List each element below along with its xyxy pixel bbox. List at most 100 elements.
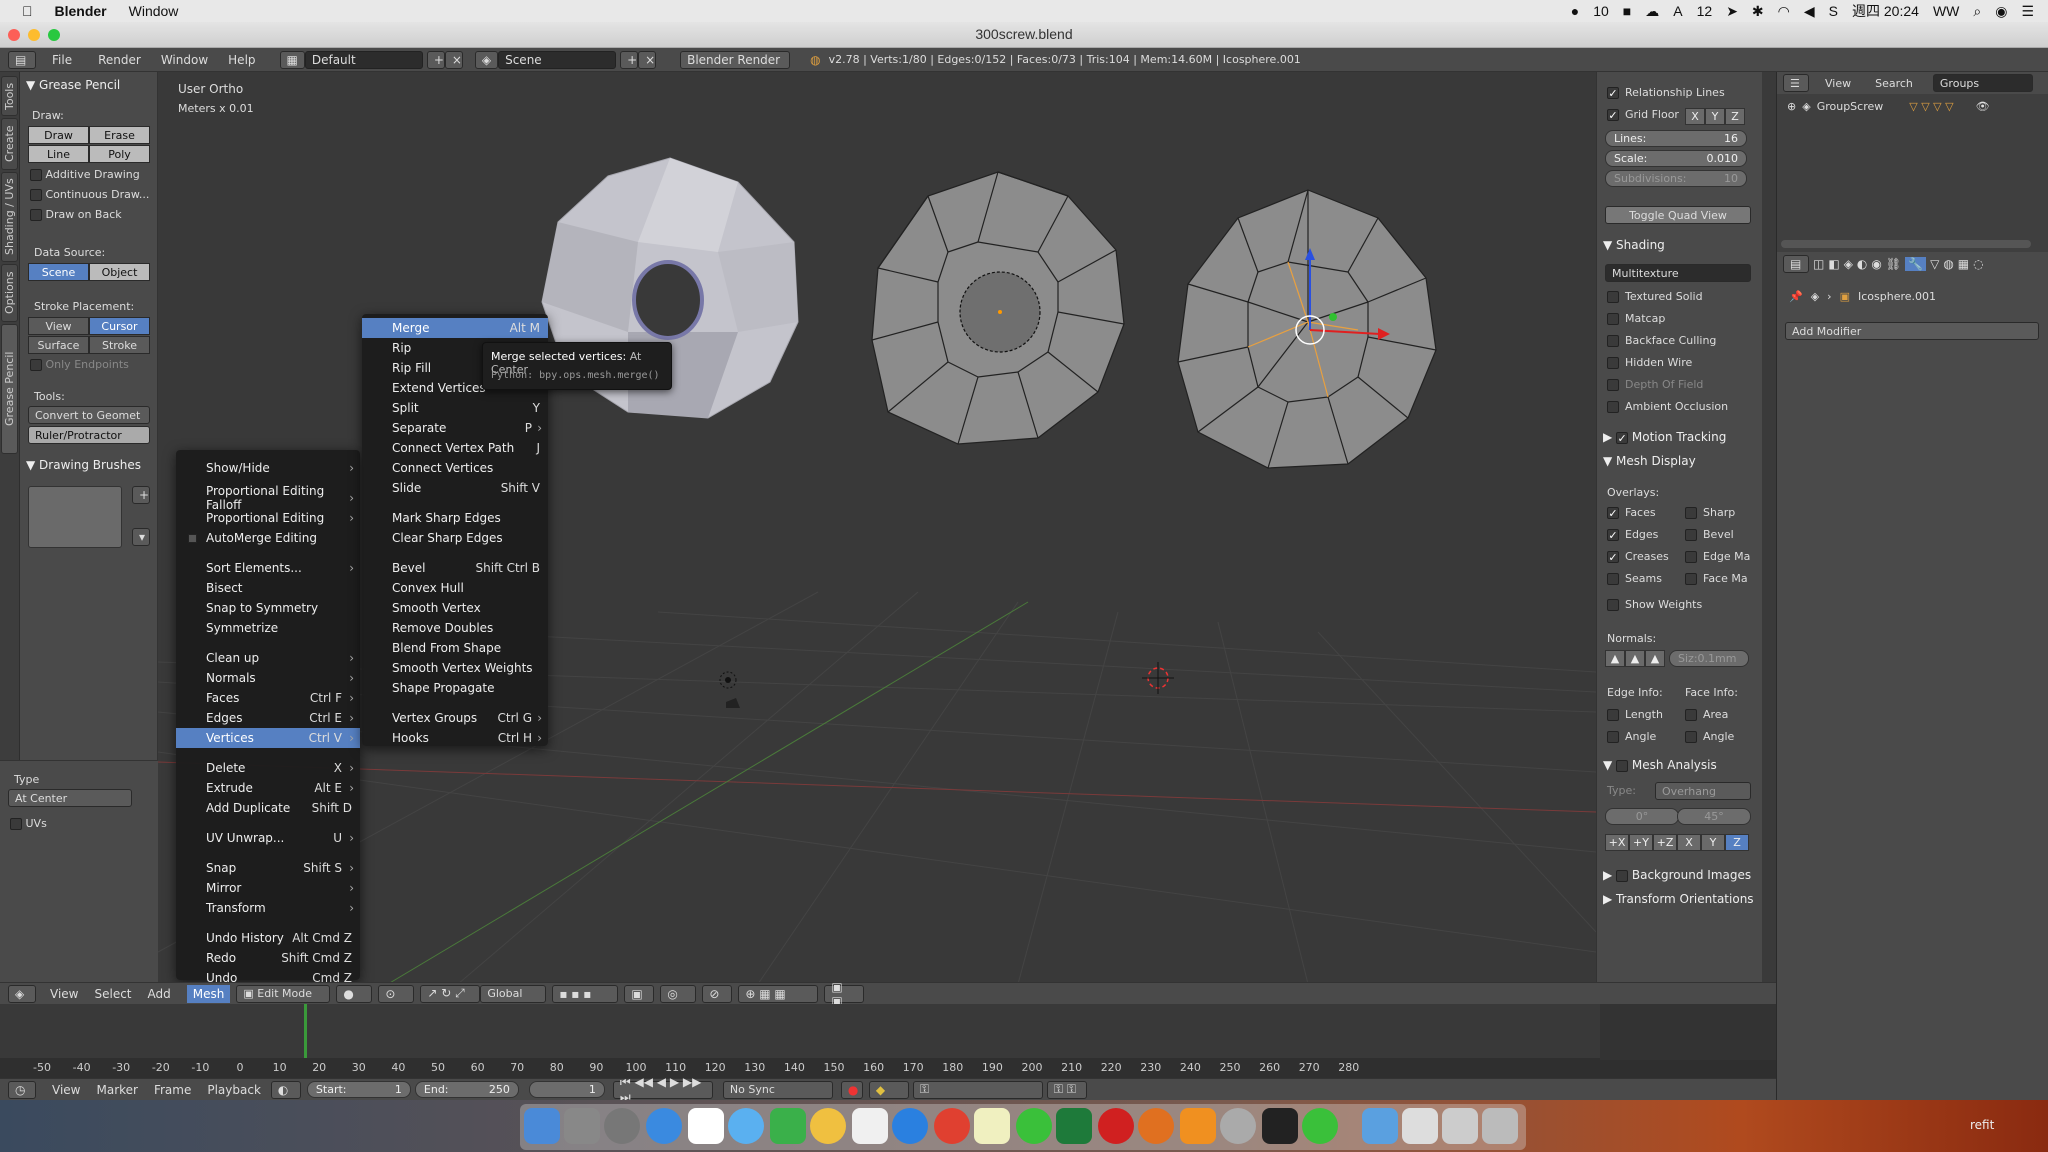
notes-icon[interactable]	[974, 1108, 1010, 1144]
cloud-icon[interactable]: ☁	[1645, 3, 1659, 20]
mesh-menu-item-add-duplicate[interactable]: Add Duplicate Shift D	[176, 798, 360, 818]
start-frame-field[interactable]: Start: 1	[306, 1081, 411, 1098]
layers-tab-icon[interactable]: ◧	[1828, 257, 1839, 271]
placement-view[interactable]: View	[28, 317, 89, 335]
mesh-menu-item-extrude[interactable]: Extrude Alt E ›	[176, 778, 360, 798]
tab-tools[interactable]: Tools	[1, 76, 18, 116]
face-marks-checkbox[interactable]: Face Ma	[1685, 572, 1748, 585]
manipulator-icons[interactable]: ↗ ↻ ⤢	[420, 984, 481, 1003]
show-weights-checkbox[interactable]: Show Weights	[1607, 598, 1702, 611]
folder-icon[interactable]	[1362, 1108, 1398, 1144]
app-menu[interactable]: Blender	[55, 3, 107, 19]
mesh-menu-item-vertices[interactable]: Vertices Ctrl V ›	[176, 728, 360, 748]
placement-surface[interactable]: Surface	[28, 336, 89, 354]
vertices-menu-item-smooth-vertex-weights[interactable]: Smooth Vertex Weights	[362, 658, 548, 678]
overhang-axis-x[interactable]: +X	[1605, 834, 1629, 851]
keying-set-field[interactable]: ⚿	[912, 1080, 1043, 1099]
motion-tracking-header[interactable]: ▶ Motion Tracking	[1603, 430, 1726, 444]
chrome-icon[interactable]	[934, 1108, 970, 1144]
mesh-display-header[interactable]: ▼ Mesh Display	[1603, 454, 1696, 468]
excel-icon[interactable]	[1056, 1108, 1092, 1144]
add-brush-icon[interactable]: +	[132, 486, 150, 504]
mesh-menu-item-uv-unwrap[interactable]: UV Unwrap... U ›	[176, 828, 360, 848]
outliner-scrollbar[interactable]	[1781, 240, 2031, 248]
add-menu[interactable]: Add	[148, 987, 171, 1001]
line-icon[interactable]	[1016, 1108, 1052, 1144]
3d-editor-icon[interactable]: ◈	[8, 984, 36, 1003]
vertices-menu-item-connect-vertices[interactable]: Connect Vertices	[362, 458, 548, 478]
creases-overlay-checkbox[interactable]: Creases	[1607, 550, 1669, 563]
grid-scale-field[interactable]: Scale: 0.010	[1605, 150, 1747, 167]
convert-to-geometry-button[interactable]: Convert to Geomet	[28, 406, 150, 424]
mesh-menu-item-edges[interactable]: Edges Ctrl E ›	[176, 708, 360, 728]
mesh-menu-item-snap-to-symmetry[interactable]: Snap to Symmetry	[176, 598, 360, 618]
uvs-checkbox[interactable]: UVs	[10, 817, 47, 830]
sync-select[interactable]: No Sync	[722, 1080, 833, 1099]
add-scene-icon[interactable]: +	[620, 50, 639, 69]
data-tab-icon[interactable]: ▽	[1930, 257, 1939, 271]
vertices-menu-item-blend-from-shape[interactable]: Blend From Shape	[362, 638, 548, 658]
grid-subdivisions-field[interactable]: Subdivisions: 10	[1605, 170, 1747, 187]
wifi-icon[interactable]: ◠	[1778, 3, 1790, 20]
continuous-draw-checkbox[interactable]: Continuous Draw...	[30, 188, 149, 201]
physics-tab-icon[interactable]: ◌	[1973, 257, 1983, 271]
orientation-select[interactable]: Global	[480, 984, 547, 1003]
outliner-search-menu[interactable]: Search	[1875, 77, 1913, 90]
overhang-axis-y[interactable]: Y	[1701, 834, 1725, 851]
data-source-object[interactable]: Object	[89, 263, 150, 281]
snap-options-icons[interactable]: ⊕ ▦ ▦	[738, 984, 819, 1003]
vertices-menu-item-separate[interactable]: Separate P ›	[362, 418, 548, 438]
clock[interactable]: 週四 20:24	[1852, 1, 1919, 21]
pages-icon[interactable]	[852, 1108, 888, 1144]
facetime-icon[interactable]	[770, 1108, 806, 1144]
mesh-analysis-header[interactable]: ▼ Mesh Analysis	[1603, 758, 1717, 772]
textured-solid-checkbox[interactable]: Textured Solid	[1607, 290, 1703, 303]
netease-music-icon[interactable]	[1098, 1108, 1134, 1144]
world-tab-icon[interactable]: ◐	[1857, 257, 1867, 271]
remove-layout-icon[interactable]: ×	[444, 50, 463, 69]
merge-type-select[interactable]: At Center	[8, 789, 132, 807]
render-preview-icons[interactable]: ▣ ▣	[824, 980, 865, 1008]
hidden-wire-checkbox[interactable]: Hidden Wire	[1607, 356, 1692, 369]
timeline-view-menu[interactable]: View	[52, 1083, 80, 1097]
edge-marks-checkbox[interactable]: Edge Ma	[1685, 550, 1750, 563]
overhang-min-field[interactable]: 0°	[1605, 808, 1679, 825]
overhang-axis-z[interactable]: Z	[1725, 834, 1749, 851]
scene-icon[interactable]: ◈	[474, 50, 499, 69]
font-icon[interactable]: A	[1673, 3, 1682, 19]
draw-on-back-checkbox[interactable]: Draw on Back	[30, 208, 122, 221]
window-menu[interactable]: Window	[129, 3, 179, 19]
documents-icon[interactable]	[1402, 1108, 1438, 1144]
calendar-icon[interactable]	[688, 1108, 724, 1144]
face-normal-icon[interactable]: ▲	[1645, 650, 1665, 667]
edge-length-checkbox[interactable]: Length	[1607, 708, 1663, 721]
app-store-icon[interactable]	[892, 1108, 928, 1144]
shading-mode-select[interactable]: Multitexture	[1605, 264, 1751, 282]
analysis-type-select[interactable]: Overhang	[1655, 782, 1751, 800]
mesh-menu-item-automerge-editing[interactable]: AutoMerge Editing	[176, 528, 360, 548]
loop-normal-icon[interactable]: ▲	[1625, 650, 1645, 667]
overhang-axis-y[interactable]: +Y	[1629, 834, 1653, 851]
outliner-display-select[interactable]: Groups	[1932, 74, 2033, 92]
relationship-lines-checkbox[interactable]: Relationship Lines	[1607, 86, 1725, 99]
blender-dock-icon[interactable]	[1138, 1108, 1174, 1144]
vertices-menu-item-bevel[interactable]: Bevel Shift Ctrl B	[362, 558, 548, 578]
vertices-menu-item-convex-hull[interactable]: Convex Hull	[362, 578, 548, 598]
current-frame-field[interactable]: 1	[528, 1081, 605, 1098]
mesh-menu-item-transform[interactable]: Transform ›	[176, 898, 360, 918]
mesh-menu-button[interactable]: Mesh	[186, 984, 231, 1003]
keying-icon[interactable]: ◆	[868, 1080, 909, 1099]
vertex-normal-icon[interactable]: ▲	[1605, 650, 1625, 667]
playback-menu[interactable]: Playback	[207, 1083, 261, 1097]
vertices-menu-item-hooks[interactable]: Hooks Ctrl H ›	[362, 728, 548, 748]
siri-icon[interactable]: ◉	[1995, 3, 2007, 20]
ambient-occlusion-checkbox[interactable]: Ambient Occlusion	[1607, 400, 1728, 413]
vertices-menu-item-remove-doubles[interactable]: Remove Doubles	[362, 618, 548, 638]
playback-controls[interactable]: ⏮ ◀◀ ◀ ▶ ▶▶ ⏭	[612, 1075, 713, 1104]
face-angle-checkbox[interactable]: Angle	[1685, 730, 1734, 743]
backface-culling-checkbox[interactable]: Backface Culling	[1607, 334, 1716, 347]
tab-create[interactable]: Create	[1, 118, 18, 170]
toggle-quad-view-button[interactable]: Toggle Quad View	[1605, 206, 1751, 224]
shading-select-icon[interactable]: ●	[336, 984, 373, 1003]
pivot-select-icon[interactable]: ⊙	[378, 984, 415, 1003]
